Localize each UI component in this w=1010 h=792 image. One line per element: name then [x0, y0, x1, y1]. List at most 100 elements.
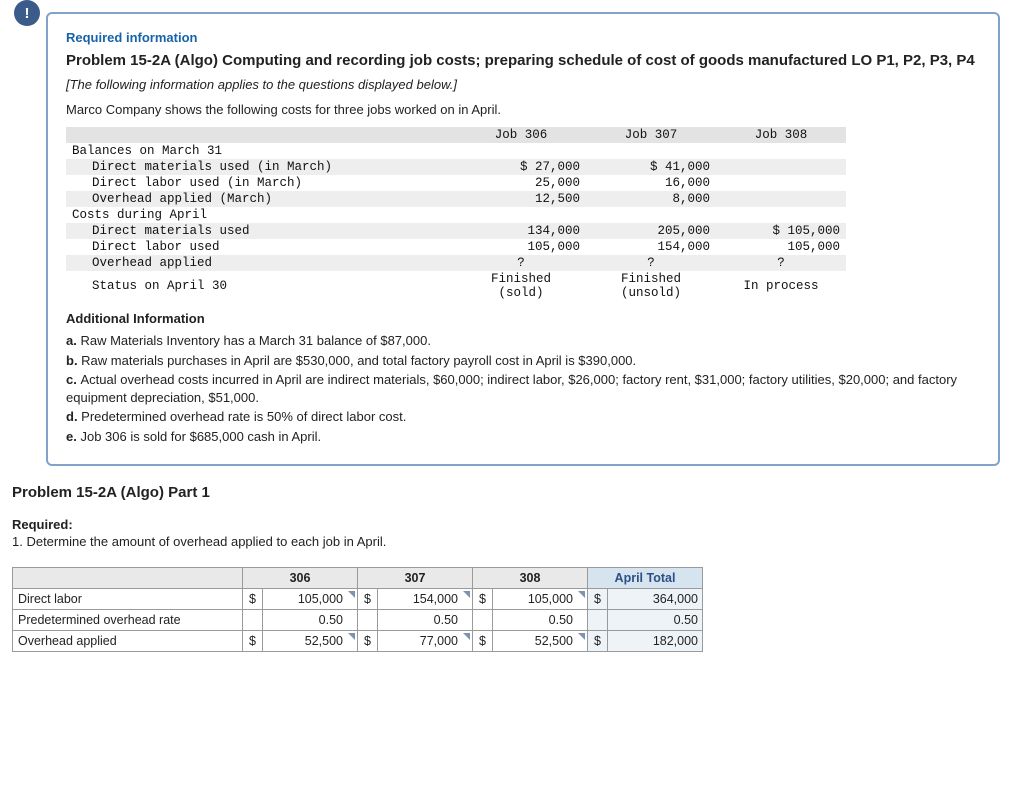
- row-value: 12,500: [456, 191, 586, 207]
- row-value: 105,000: [716, 239, 846, 255]
- required-heading: Required:: [12, 517, 1000, 532]
- row-label: Direct labor used (in March): [66, 175, 456, 191]
- list-item: b. Raw materials purchases in April are …: [66, 352, 980, 370]
- header-blank: [66, 127, 456, 143]
- row-label: Balances on March 31: [66, 143, 456, 159]
- problem-title: Problem 15-2A (Algo) Computing and recor…: [66, 51, 980, 71]
- item-text: Actual overhead costs incurred in April …: [66, 372, 957, 405]
- row-value: [716, 175, 846, 191]
- jobs-cost-table: Job 306 Job 307 Job 308 Balances on Marc…: [66, 127, 846, 301]
- dropdown-icon[interactable]: [348, 633, 355, 640]
- required-info-title: Required information: [66, 30, 980, 45]
- answer-input-cell[interactable]: 154,000: [378, 588, 473, 609]
- answer-header-306: 306: [243, 567, 358, 588]
- currency-symbol: $: [243, 630, 263, 651]
- dropdown-icon[interactable]: [348, 591, 355, 598]
- answer-header-blank: [13, 567, 243, 588]
- row-value: $ 105,000: [716, 223, 846, 239]
- dropdown-icon[interactable]: [578, 633, 585, 640]
- answer-row: Predetermined overhead rate 0.50 0.50 0.50 0…: [13, 609, 703, 630]
- dropdown-icon[interactable]: [463, 633, 470, 640]
- answer-header-307: 307: [358, 567, 473, 588]
- answer-input-cell[interactable]: 52,500: [263, 630, 358, 651]
- row-value: Finished (sold): [456, 271, 586, 301]
- answer-total-cell: 182,000: [608, 630, 703, 651]
- part-title: Problem 15-2A (Algo) Part 1: [12, 484, 1000, 501]
- row-value: [586, 207, 716, 223]
- row-value: ?: [456, 255, 586, 271]
- item-label: d.: [66, 409, 81, 424]
- item-label: c.: [66, 372, 80, 387]
- table-row: Direct labor used105,000154,000105,000: [66, 239, 846, 255]
- answer-total-cell: 364,000: [608, 588, 703, 609]
- answer-input-cell[interactable]: 0.50: [493, 609, 588, 630]
- table-header-row: Job 306 Job 307 Job 308: [66, 127, 846, 143]
- header-job308: Job 308: [716, 127, 846, 143]
- answer-table: 306 307 308 April Total Direct labor$105…: [12, 567, 703, 652]
- dropdown-icon[interactable]: [578, 591, 585, 598]
- list-item: d. Predetermined overhead rate is 50% of…: [66, 408, 980, 426]
- answer-row-label[interactable]: Predetermined overhead rate: [13, 609, 243, 630]
- answer-input-cell[interactable]: 77,000: [378, 630, 473, 651]
- answer-total-cell: 0.50: [608, 609, 703, 630]
- row-value: [716, 159, 846, 175]
- row-value: [456, 207, 586, 223]
- answer-header-308: 308: [473, 567, 588, 588]
- item-text: Raw materials purchases in April are $53…: [81, 353, 636, 368]
- currency-symbol: [243, 609, 263, 630]
- table-row: Direct materials used (in March)$ 27,000…: [66, 159, 846, 175]
- answer-row: Overhead applied$52,500$77,000$52,500$18…: [13, 630, 703, 651]
- currency-symbol: [588, 609, 608, 630]
- row-value: [586, 143, 716, 159]
- alert-icon: !: [14, 0, 40, 26]
- table-row: Overhead applied (March)12,5008,000: [66, 191, 846, 207]
- currency-symbol: $: [243, 588, 263, 609]
- item-label: a.: [66, 333, 80, 348]
- row-value: 16,000: [586, 175, 716, 191]
- row-value: In process: [716, 271, 846, 301]
- row-value: $ 27,000: [456, 159, 586, 175]
- list-item: a. Raw Materials Inventory has a March 3…: [66, 332, 980, 350]
- answer-row-label[interactable]: Direct labor: [13, 588, 243, 609]
- item-text: Raw Materials Inventory has a March 31 b…: [80, 333, 430, 348]
- row-value: [716, 207, 846, 223]
- answer-input-cell[interactable]: 0.50: [378, 609, 473, 630]
- row-value: [716, 143, 846, 159]
- currency-symbol: $: [358, 588, 378, 609]
- dropdown-icon[interactable]: [463, 591, 470, 598]
- currency-symbol: $: [588, 630, 608, 651]
- context-note: [The following information applies to th…: [66, 77, 980, 92]
- table-row: Status on April 30Finished (sold)Finishe…: [66, 271, 846, 301]
- row-value: Finished (unsold): [586, 271, 716, 301]
- row-value: 105,000: [456, 239, 586, 255]
- answer-input-cell[interactable]: 105,000: [493, 588, 588, 609]
- answer-row-label[interactable]: Overhead applied: [13, 630, 243, 651]
- intro-text: Marco Company shows the following costs …: [66, 102, 980, 117]
- table-row: Overhead applied???: [66, 255, 846, 271]
- table-row: Costs during April: [66, 207, 846, 223]
- answer-header-row: 306 307 308 April Total: [13, 567, 703, 588]
- item-text: Predetermined overhead rate is 50% of di…: [81, 409, 406, 424]
- row-value: 8,000: [586, 191, 716, 207]
- row-value: 134,000: [456, 223, 586, 239]
- answer-input-cell[interactable]: 105,000: [263, 588, 358, 609]
- table-row: Balances on March 31: [66, 143, 846, 159]
- required-instruction: 1. Determine the amount of overhead appl…: [12, 534, 1000, 549]
- answer-input-cell[interactable]: 0.50: [263, 609, 358, 630]
- answer-input-cell[interactable]: 52,500: [493, 630, 588, 651]
- row-value: [716, 191, 846, 207]
- row-value: 154,000: [586, 239, 716, 255]
- list-item: e. Job 306 is sold for $685,000 cash in …: [66, 428, 980, 446]
- additional-info-list: a. Raw Materials Inventory has a March 3…: [66, 332, 980, 445]
- row-value: 205,000: [586, 223, 716, 239]
- row-value: ?: [586, 255, 716, 271]
- row-label: Status on April 30: [66, 271, 456, 301]
- additional-info-heading: Additional Information: [66, 311, 980, 326]
- row-label: Overhead applied (March): [66, 191, 456, 207]
- row-label: Direct materials used (in March): [66, 159, 456, 175]
- table-row: Direct labor used (in March)25,00016,000: [66, 175, 846, 191]
- row-label: Overhead applied: [66, 255, 456, 271]
- currency-symbol: [473, 609, 493, 630]
- list-item: c. Actual overhead costs incurred in Apr…: [66, 371, 980, 406]
- answer-row: Direct labor$105,000$154,000$105,000$364…: [13, 588, 703, 609]
